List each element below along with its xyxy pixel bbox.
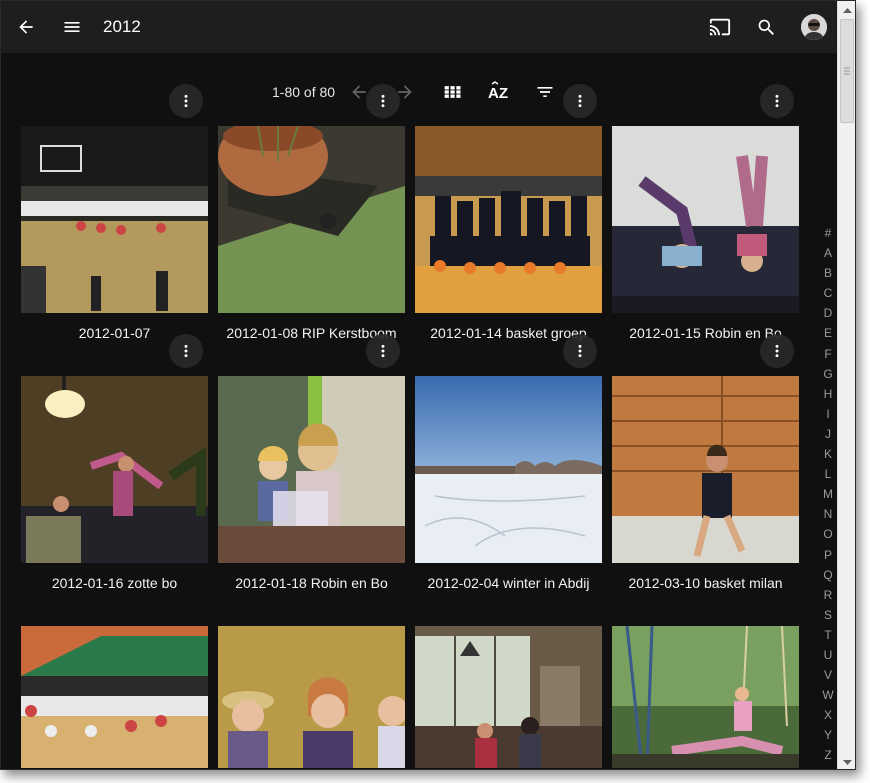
pagination-range: 1-80 of 80 — [272, 84, 336, 100]
photo-caption: 2012-03-10 basket milan — [628, 575, 783, 591]
photo-thumbnail[interactable] — [21, 126, 208, 313]
photo-thumbnail[interactable] — [218, 126, 405, 313]
more-vert-icon[interactable] — [563, 84, 597, 118]
page-title: 2012 — [103, 17, 141, 36]
more-vert-icon[interactable] — [169, 334, 203, 368]
sort-az-icon[interactable]: AZ — [486, 79, 512, 105]
alphabet-index-letter[interactable]: L — [818, 464, 838, 484]
alphabet-index-letter[interactable]: S — [818, 605, 838, 625]
alphabet-index-letter[interactable]: X — [818, 705, 838, 725]
app-window: 2012 1-80 of 80 AZ 2012-01-07 2012-01-08… — [0, 0, 856, 770]
photo-thumbnail[interactable] — [612, 126, 799, 313]
more-vert-icon[interactable] — [366, 84, 400, 118]
more-vert-icon[interactable] — [563, 334, 597, 368]
scroll-up-arrow-icon[interactable] — [838, 1, 855, 18]
photo-thumbnail[interactable] — [415, 626, 602, 768]
photo-thumbnail[interactable] — [612, 376, 799, 563]
avatar[interactable] — [801, 14, 827, 40]
vertical-scrollbar[interactable] — [837, 1, 855, 769]
alphabet-index-letter[interactable]: R — [818, 585, 838, 605]
more-vert-icon[interactable] — [760, 84, 794, 118]
alphabet-index: # A B C D E F G H I J K L M N O P Q R S T U V W X Y Z — [818, 223, 838, 766]
gallery-toolbar: 1-80 of 80 AZ — [1, 53, 837, 127]
more-vert-icon[interactable] — [760, 334, 794, 368]
photo-thumbnail[interactable] — [218, 376, 405, 563]
photo-thumbnail[interactable] — [415, 376, 602, 563]
alphabet-index-letter[interactable]: A — [818, 243, 838, 263]
photo-thumbnail[interactable] — [21, 376, 208, 563]
hamburger-menu-icon[interactable] — [59, 14, 85, 40]
photo-caption: 2012-02-04 winter in Abdij — [427, 575, 590, 591]
alphabet-index-letter[interactable]: B — [818, 263, 838, 283]
alphabet-index-letter[interactable]: P — [818, 545, 838, 565]
alphabet-index-letter[interactable]: # — [818, 223, 838, 243]
alphabet-index-letter[interactable]: T — [818, 625, 838, 645]
alphabet-index-letter[interactable]: Q — [818, 565, 838, 585]
alphabet-index-letter[interactable]: J — [818, 424, 838, 444]
photo-thumbnail[interactable] — [415, 126, 602, 313]
more-vert-icon[interactable] — [169, 84, 203, 118]
scroll-down-arrow-icon[interactable] — [838, 754, 855, 769]
alphabet-index-letter[interactable]: Z — [818, 745, 838, 765]
alphabet-index-letter[interactable]: M — [818, 484, 838, 504]
alphabet-index-letter[interactable]: U — [818, 645, 838, 665]
cast-icon[interactable] — [707, 14, 733, 40]
more-vert-icon[interactable] — [366, 334, 400, 368]
scrollbar-thumb[interactable] — [840, 19, 854, 123]
alphabet-index-letter[interactable]: H — [818, 384, 838, 404]
photo-thumbnail[interactable] — [21, 626, 208, 768]
alphabet-index-letter[interactable]: V — [818, 665, 838, 685]
alphabet-index-letter[interactable]: W — [818, 685, 838, 705]
photo-thumbnail[interactable] — [612, 626, 799, 768]
svg-text:AZ: AZ — [488, 85, 508, 102]
app-header: 2012 — [1, 1, 837, 53]
alphabet-index-letter[interactable]: O — [818, 524, 838, 544]
alphabet-index-letter[interactable]: I — [818, 404, 838, 424]
alphabet-index-letter[interactable]: F — [818, 344, 838, 364]
search-icon[interactable] — [753, 14, 779, 40]
alphabet-index-letter[interactable]: Y — [818, 725, 838, 745]
alphabet-index-letter[interactable]: G — [818, 364, 838, 384]
grid-view-icon[interactable] — [440, 79, 466, 105]
arrow-left-icon[interactable] — [13, 14, 39, 40]
photo-caption: 2012-01-16 zotte bo — [51, 575, 178, 591]
filter-icon[interactable] — [532, 79, 558, 105]
alphabet-index-letter[interactable]: E — [818, 323, 838, 343]
alphabet-index-letter[interactable]: D — [818, 303, 838, 323]
photo-caption: 2012-01-18 Robin en Bo — [235, 575, 388, 591]
alphabet-index-letter[interactable]: C — [818, 283, 838, 303]
photo-thumbnail[interactable] — [218, 626, 405, 768]
alphabet-index-letter[interactable]: N — [818, 504, 838, 524]
alphabet-index-letter[interactable]: K — [818, 444, 838, 464]
